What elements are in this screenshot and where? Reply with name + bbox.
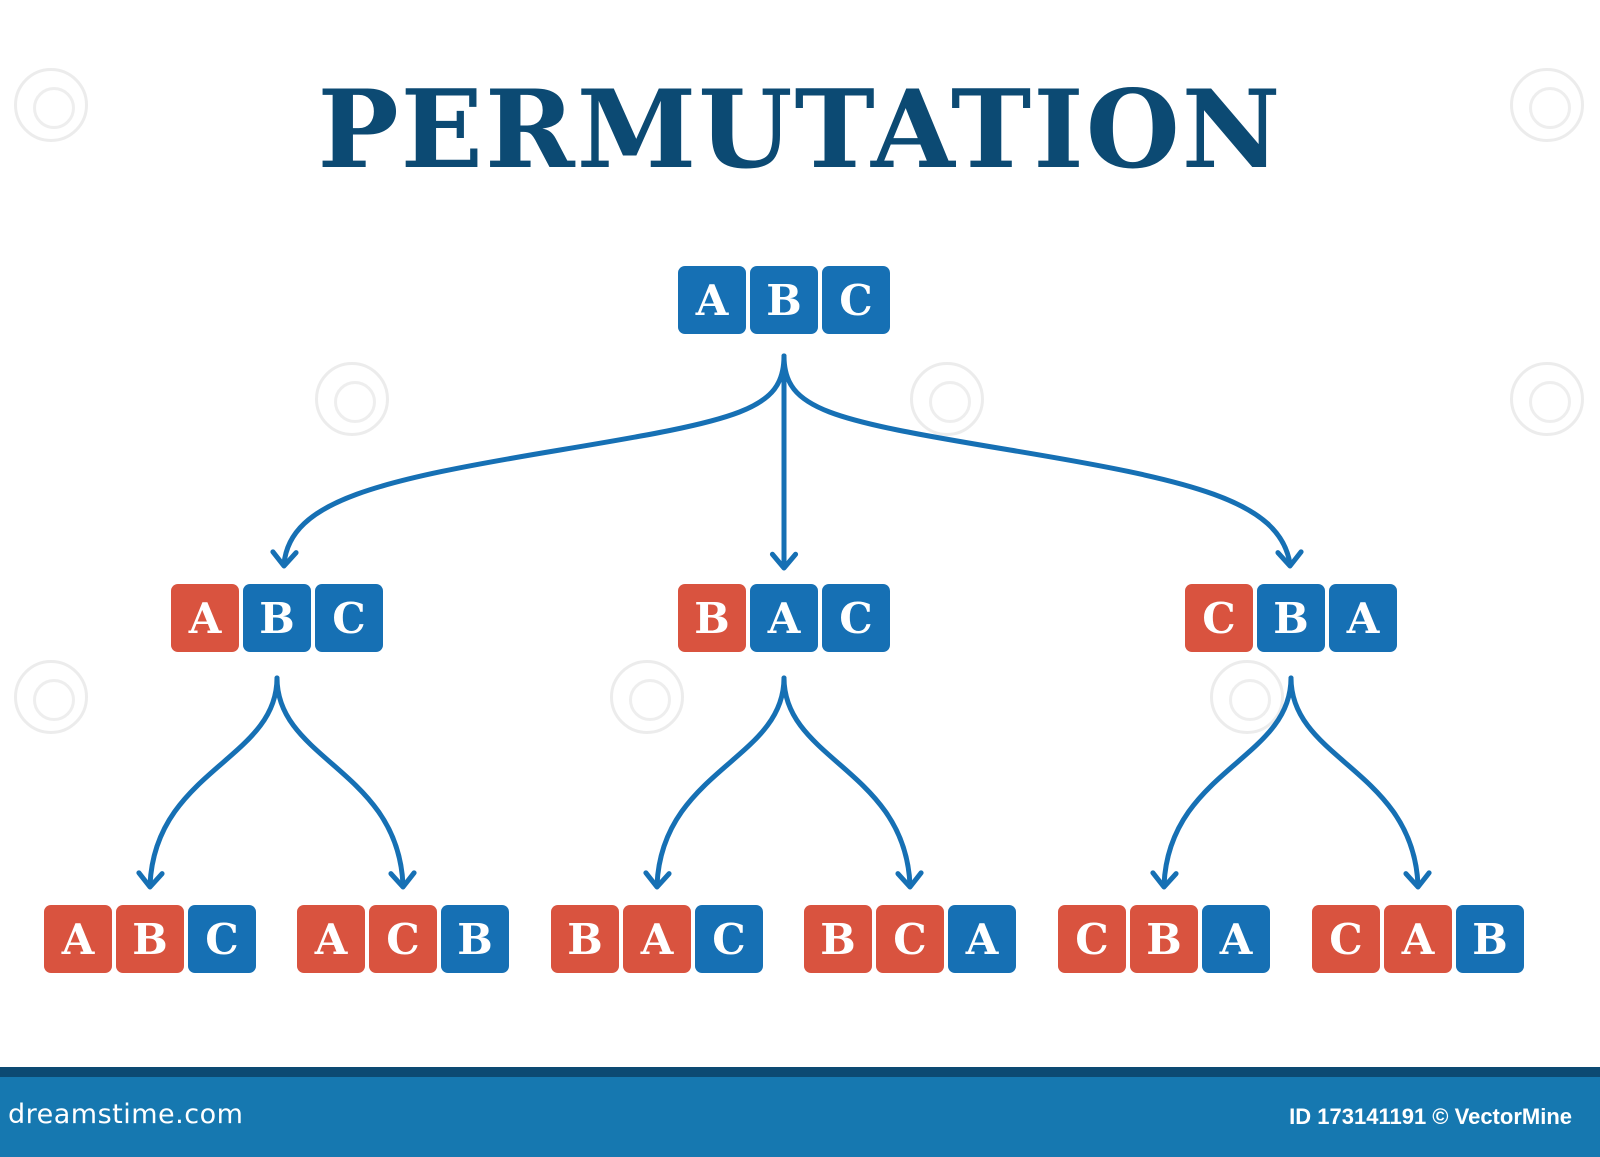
level2-permutation: CAB: [1312, 905, 1524, 973]
branch-arrow: [281, 353, 787, 567]
root-permutation: ABC: [678, 266, 890, 334]
footer-bar: dreamstime.com ID 173141191 © VectorMine: [0, 1067, 1600, 1157]
letter-tile-red: B: [678, 584, 746, 652]
branch-arrow: [147, 675, 280, 888]
letter-tile-blue: B: [1456, 905, 1524, 973]
letter-tile-blue: B: [441, 905, 509, 973]
letter-tile-blue: C: [695, 905, 763, 973]
level2-permutation: ACB: [297, 905, 509, 973]
level1-permutation: BAC: [678, 584, 890, 652]
branch-arrow: [781, 353, 1293, 567]
letter-tile-blue: B: [243, 584, 311, 652]
letter-tile-blue: A: [948, 905, 1016, 973]
letter-tile-red: B: [1130, 905, 1198, 973]
footer-logo[interactable]: dreamstime.com: [8, 1099, 243, 1130]
letter-tile-red: B: [804, 905, 872, 973]
level1-permutation: CBA: [1185, 584, 1397, 652]
letter-tile-red: C: [876, 905, 944, 973]
letter-tile-blue: C: [822, 266, 890, 334]
letter-tile-blue: A: [750, 584, 818, 652]
tree-arrows: [136, 353, 1432, 890]
level2-permutation: BAC: [551, 905, 763, 973]
letter-tile-blue: B: [1257, 584, 1325, 652]
level1-permutation: ABC: [171, 584, 383, 652]
level2-permutation: ABC: [44, 905, 256, 973]
letter-tile-red: A: [623, 905, 691, 973]
letter-tile-red: C: [1312, 905, 1380, 973]
letter-tile-red: C: [369, 905, 437, 973]
letter-tile-blue: C: [822, 584, 890, 652]
letter-tile-red: A: [171, 584, 239, 652]
branch-arrow: [274, 675, 406, 888]
letter-tile-blue: B: [750, 266, 818, 334]
level2-permutation: CBA: [1058, 905, 1270, 973]
letter-tile-red: B: [116, 905, 184, 973]
branch-arrow: [654, 675, 787, 888]
letter-tile-blue: A: [678, 266, 746, 334]
letter-tile-red: A: [1384, 905, 1452, 973]
letter-tile-red: A: [44, 905, 112, 973]
letter-tile-blue: A: [1329, 584, 1397, 652]
permutation-diagram: PERMUTATION ABCABCBACCBAABCACBBACBCACBAC…: [0, 0, 1600, 1157]
letter-tile-blue: C: [188, 905, 256, 973]
letter-tile-blue: C: [315, 584, 383, 652]
branch-arrow: [1288, 675, 1421, 888]
letter-tile-blue: A: [1202, 905, 1270, 973]
letter-tile-red: C: [1185, 584, 1253, 652]
letter-tile-red: A: [297, 905, 365, 973]
letter-tile-red: B: [551, 905, 619, 973]
level2-permutation: BCA: [804, 905, 1016, 973]
letter-tile-red: C: [1058, 905, 1126, 973]
footer-credit: ID 173141191 © VectorMine: [1289, 1104, 1572, 1129]
branch-arrow: [781, 675, 913, 888]
branch-arrow: [1161, 675, 1294, 888]
